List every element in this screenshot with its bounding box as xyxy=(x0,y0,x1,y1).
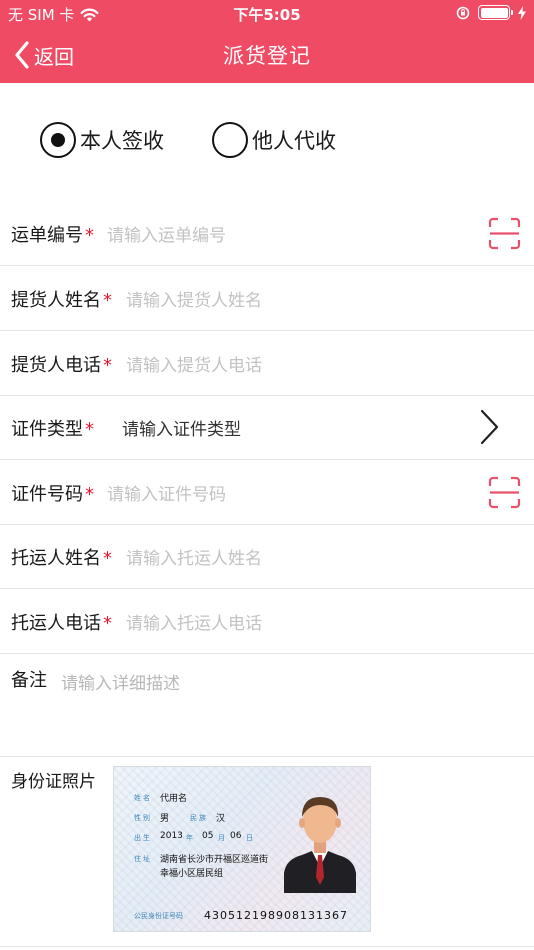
id-card-month-unit: 月 xyxy=(218,834,227,842)
remark-textarea[interactable]: 请输入详细描述 xyxy=(61,669,180,694)
status-time: 下午5:05 xyxy=(233,6,301,24)
radio-selected-icon xyxy=(40,122,76,158)
shipper-phone-label: 托运人电话 * xyxy=(11,613,112,634)
radio-proxy-receipt[interactable]: 他人代收 xyxy=(212,122,336,158)
id-type-label: 证件类型 * xyxy=(11,419,94,440)
id-card-number: 430512198908131367 xyxy=(204,909,348,922)
waybill-row: 运单编号 * 请输入运单编号 xyxy=(0,201,534,266)
receipt-type-radio-group: 本人签收 他人代收 xyxy=(40,122,336,158)
id-card-ethnic: 汉 xyxy=(216,814,226,824)
radio-label-self: 本人签收 xyxy=(80,129,164,153)
id-photo-label: 身份证照片 xyxy=(11,772,96,792)
shipper-name-row: 托运人姓名 * 请输入托运人姓名 xyxy=(0,524,534,589)
id-card-birth-day: 06 xyxy=(230,831,242,841)
pickup-name-row: 提货人姓名 * 请输入提货人姓名 xyxy=(0,266,534,331)
id-card-birth-year: 2013 xyxy=(160,831,183,841)
header: 无 SIM 卡 下午5:05 返回 派货登记 xyxy=(0,0,534,83)
id-card-day-unit: 日 xyxy=(246,834,255,842)
id-photo-row: 身份证照片 姓名 代用名 性别 男 民族 汉 出生 2013 年 05 月 06… xyxy=(0,757,534,947)
nav-bar: 返回 派货登记 xyxy=(0,28,534,83)
id-card-name-key: 姓名 xyxy=(134,794,152,802)
id-number-input[interactable]: 请输入证件号码 xyxy=(107,480,226,505)
id-type-select[interactable]: 请输入证件类型 xyxy=(122,415,241,440)
radio-label-proxy: 他人代收 xyxy=(252,129,336,153)
id-card-birth-month: 05 xyxy=(202,831,214,841)
id-card-birth-key: 出生 xyxy=(134,834,152,842)
id-card-address-key: 住址 xyxy=(134,855,152,863)
id-number-row: 证件号码 * 请输入证件号码 xyxy=(0,460,534,525)
scan-icon[interactable] xyxy=(488,217,521,250)
id-card-sex-key: 性别 xyxy=(134,814,152,822)
remark-label: 备注 xyxy=(11,670,47,691)
chevron-right-icon[interactable] xyxy=(478,409,500,445)
shipper-name-label: 托运人姓名 * xyxy=(11,548,112,569)
charging-icon xyxy=(518,5,526,20)
pickup-phone-row: 提货人电话 * 请输入提货人电话 xyxy=(0,331,534,396)
id-card-year-unit: 年 xyxy=(186,834,195,842)
pickup-name-label: 提货人姓名 * xyxy=(11,290,112,311)
lock-rotation-icon xyxy=(456,6,470,19)
shipper-phone-row: 托运人电话 * 请输入托运人电话 xyxy=(0,589,534,654)
id-type-row[interactable]: 证件类型 * 请输入证件类型 xyxy=(0,395,534,460)
status-right-group xyxy=(456,5,526,20)
battery-icon xyxy=(478,5,513,20)
pickup-phone-input[interactable]: 请输入提货人电话 xyxy=(126,351,262,376)
radio-self-receipt[interactable]: 本人签收 xyxy=(40,122,164,158)
id-card-address-line1: 湖南省长沙市开福区巡道街 xyxy=(160,855,269,865)
waybill-input[interactable]: 请输入运单编号 xyxy=(107,221,226,246)
id-card-number-key: 公民身份证号码 xyxy=(134,912,183,920)
id-card-address-line2: 幸福小区居民组 xyxy=(160,869,224,879)
remark-row: 备注 请输入详细描述 xyxy=(0,653,534,757)
status-bar: 无 SIM 卡 下午5:05 xyxy=(0,0,534,28)
pickup-phone-label: 提货人电话 * xyxy=(11,355,112,376)
shipper-name-input[interactable]: 请输入托运人姓名 xyxy=(126,544,262,569)
page-title: 派货登记 xyxy=(223,44,311,68)
pickup-name-input[interactable]: 请输入提货人姓名 xyxy=(126,286,262,311)
id-number-label: 证件号码 * xyxy=(11,484,94,505)
shipper-phone-input[interactable]: 请输入托运人电话 xyxy=(126,609,262,634)
avatar-icon xyxy=(284,797,356,893)
id-card-photo[interactable]: 姓名 代用名 性别 男 民族 汉 出生 2013 年 05 月 06 日 住址 … xyxy=(113,766,371,932)
id-card-sex: 男 xyxy=(160,814,170,824)
id-card-ethnic-key: 民族 xyxy=(190,814,208,822)
waybill-label: 运单编号 * xyxy=(11,225,94,246)
radio-unselected-icon xyxy=(212,122,248,158)
scan-icon[interactable] xyxy=(488,476,521,509)
id-card-name: 代用名 xyxy=(160,794,188,804)
